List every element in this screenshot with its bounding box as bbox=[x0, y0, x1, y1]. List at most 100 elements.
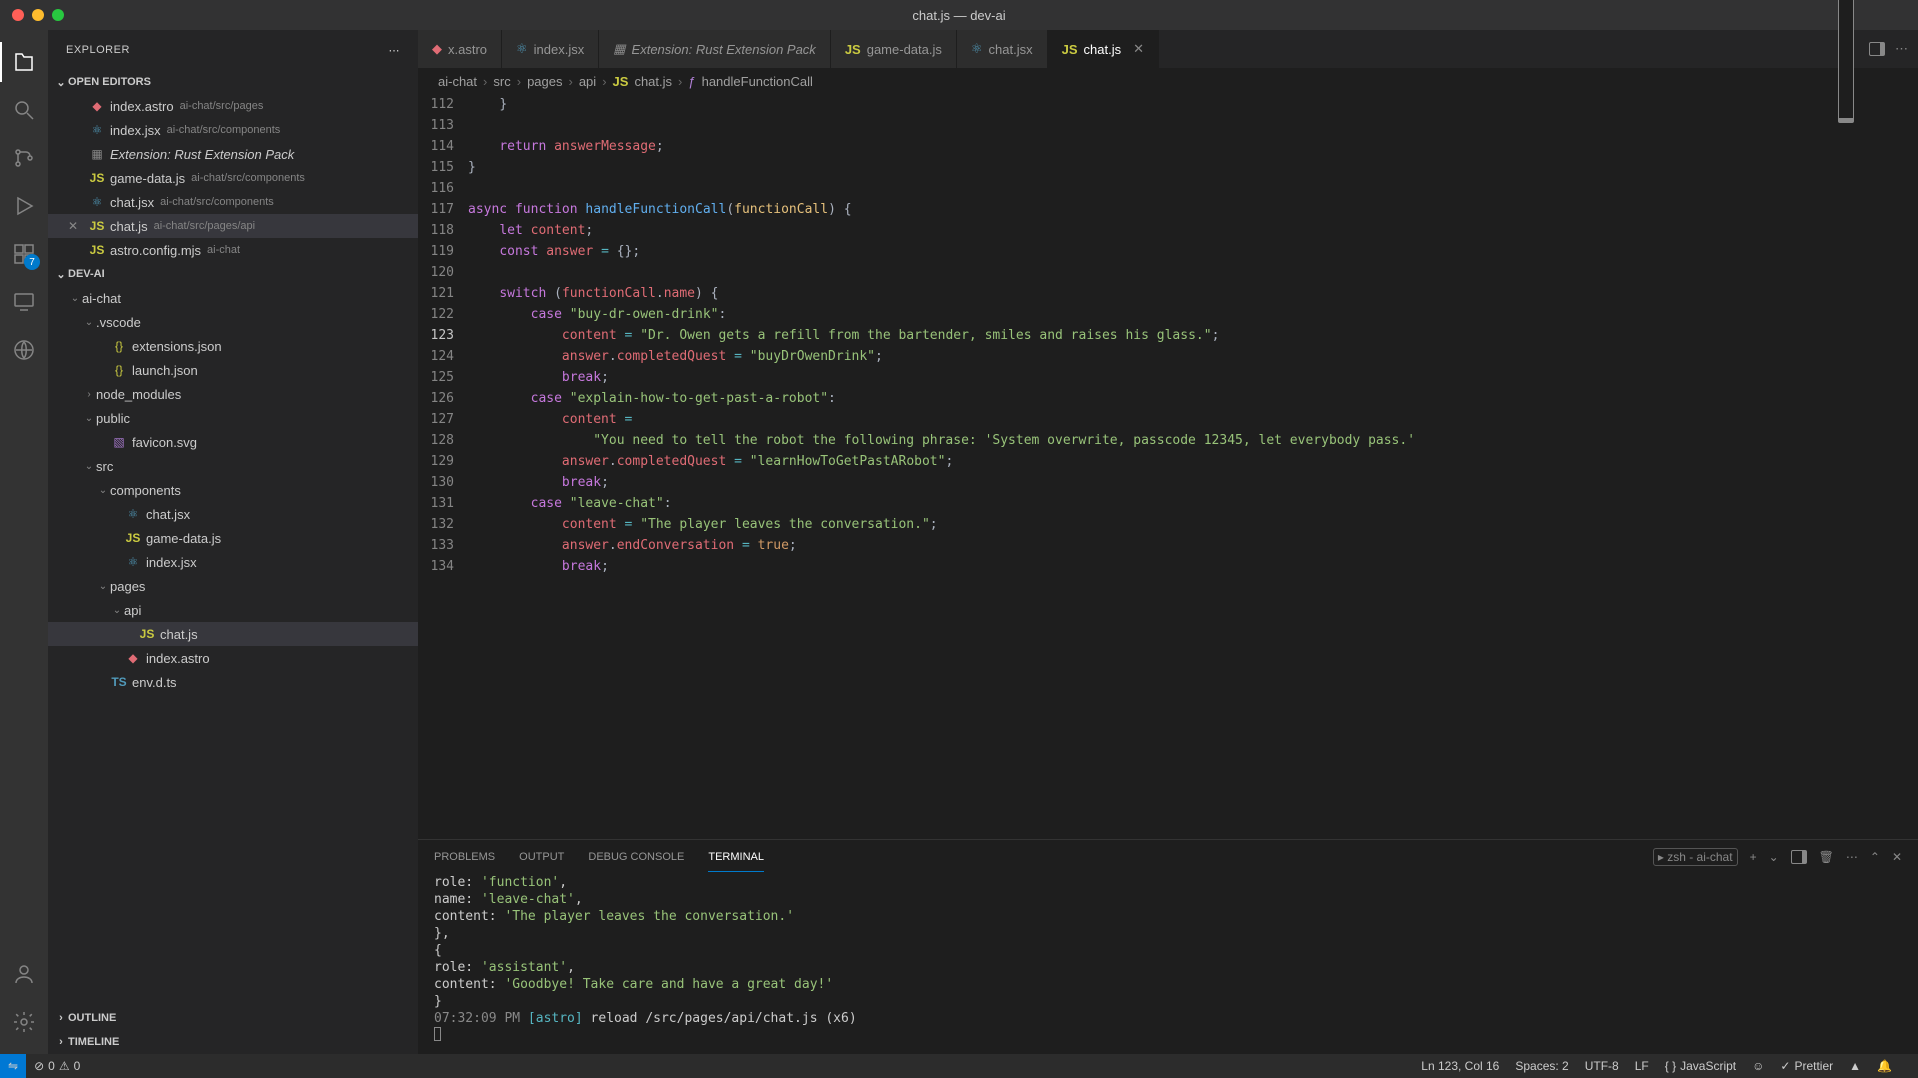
timeline-header[interactable]: › TIMELINE bbox=[48, 1030, 418, 1054]
file-item[interactable]: ⚛chat.jsx bbox=[48, 502, 418, 526]
panel-tab-terminal[interactable]: TERMINAL bbox=[708, 843, 764, 872]
panel-more-icon[interactable]: ⋯ bbox=[1846, 850, 1858, 864]
status-feedback-icon[interactable]: ☺ bbox=[1752, 1059, 1764, 1073]
code-line[interactable]: answer.completedQuest = "buyDrOwenDrink"… bbox=[468, 346, 1918, 367]
code-line[interactable]: "You need to tell the robot the followin… bbox=[468, 430, 1918, 451]
window-maximize[interactable] bbox=[52, 9, 64, 21]
code-line[interactable] bbox=[468, 178, 1918, 199]
code-line[interactable]: content = bbox=[468, 409, 1918, 430]
outline-header[interactable]: › OUTLINE bbox=[48, 1006, 418, 1030]
code-editor[interactable]: 1121131141151161171181191201211221231241… bbox=[418, 94, 1918, 839]
status-prettier[interactable]: ✓Prettier bbox=[1780, 1059, 1833, 1073]
source-control-icon[interactable] bbox=[0, 134, 48, 182]
open-editor-item[interactable]: ✕JSchat.jsai-chat/src/pages/api bbox=[48, 214, 418, 238]
code-line[interactable]: } bbox=[468, 157, 1918, 178]
file-item[interactable]: ◆index.astro bbox=[48, 646, 418, 670]
terminal-picker[interactable]: ▸ zsh - ai-chat bbox=[1653, 848, 1738, 866]
open-editor-item[interactable]: ◆index.astroai-chat/src/pages bbox=[48, 94, 418, 118]
status-astro-icon[interactable]: ▲ bbox=[1849, 1059, 1861, 1073]
code-line[interactable]: case "explain-how-to-get-past-a-robot": bbox=[468, 388, 1918, 409]
folder-item[interactable]: ⌄.vscode bbox=[48, 310, 418, 334]
code-line[interactable]: break; bbox=[468, 556, 1918, 577]
edge-tools-icon[interactable] bbox=[0, 326, 48, 374]
terminal[interactable]: role: 'function', name: 'leave-chat', co… bbox=[418, 874, 1918, 1054]
close-tab-icon[interactable]: ✕ bbox=[1133, 41, 1144, 57]
terminal-dropdown-icon[interactable]: ⌄ bbox=[1769, 850, 1779, 864]
code-line[interactable]: switch (functionCall.name) { bbox=[468, 283, 1918, 304]
status-encoding[interactable]: UTF-8 bbox=[1585, 1059, 1619, 1073]
toggle-panel-icon[interactable] bbox=[1838, 0, 1854, 123]
folder-item[interactable]: ⌄src bbox=[48, 454, 418, 478]
remote-explorer-icon[interactable] bbox=[0, 278, 48, 326]
code-line[interactable] bbox=[468, 115, 1918, 136]
file-item[interactable]: ⚛index.jsx bbox=[48, 550, 418, 574]
search-icon[interactable] bbox=[0, 86, 48, 134]
code-line[interactable]: break; bbox=[468, 472, 1918, 493]
new-terminal-icon[interactable]: + bbox=[1750, 850, 1757, 864]
folder-item[interactable]: ⌄components bbox=[48, 478, 418, 502]
editor-tab[interactable]: ⚛chat.jsx bbox=[957, 30, 1048, 68]
code-line[interactable]: async function handleFunctionCall(functi… bbox=[468, 199, 1918, 220]
breadcrumbs[interactable]: ai-chat› src› pages› api› JS chat.js› ƒ … bbox=[418, 68, 1918, 94]
settings-gear-icon[interactable] bbox=[0, 998, 48, 1046]
file-item[interactable]: JSgame-data.js bbox=[48, 526, 418, 550]
status-notifications-icon[interactable]: 🔔 bbox=[1877, 1059, 1892, 1073]
file-item[interactable]: TSenv.d.ts bbox=[48, 670, 418, 694]
folder-item[interactable]: ⌄api bbox=[48, 598, 418, 622]
open-editors-header[interactable]: ⌄ OPEN EDITORS bbox=[48, 70, 418, 94]
code-line[interactable] bbox=[468, 262, 1918, 283]
window-close[interactable] bbox=[12, 9, 24, 21]
explorer-icon[interactable] bbox=[0, 38, 48, 86]
remote-indicator[interactable]: ⇋ bbox=[0, 1054, 26, 1078]
code-line[interactable]: case "leave-chat": bbox=[468, 493, 1918, 514]
editor-tab[interactable]: ▦Extension: Rust Extension Pack bbox=[599, 30, 831, 68]
run-debug-icon[interactable] bbox=[0, 182, 48, 230]
panel-tab-output[interactable]: OUTPUT bbox=[519, 843, 564, 872]
code-line[interactable]: let content; bbox=[468, 220, 1918, 241]
status-cursor[interactable]: Ln 123, Col 16 bbox=[1421, 1059, 1499, 1073]
code-line[interactable]: const answer = {}; bbox=[468, 241, 1918, 262]
status-errors[interactable]: ⊘0 ⚠0 bbox=[34, 1059, 80, 1073]
split-terminal-icon[interactable] bbox=[1791, 850, 1807, 864]
code-line[interactable]: case "buy-dr-owen-drink": bbox=[468, 304, 1918, 325]
panel-tab-problems[interactable]: PROBLEMS bbox=[434, 843, 495, 872]
open-editor-item[interactable]: JSastro.config.mjsai-chat bbox=[48, 238, 418, 262]
editor-tab[interactable]: JSgame-data.js bbox=[831, 30, 957, 68]
folder-item[interactable]: ›node_modules bbox=[48, 382, 418, 406]
folder-item[interactable]: ⌄ai-chat bbox=[48, 286, 418, 310]
editor-tab[interactable]: ◆x.astro bbox=[418, 30, 502, 68]
code-line[interactable]: answer.endConversation = true; bbox=[468, 535, 1918, 556]
file-item[interactable]: JSchat.js bbox=[48, 622, 418, 646]
code-line[interactable]: return answerMessage; bbox=[468, 136, 1918, 157]
extensions-icon[interactable]: 7 bbox=[0, 230, 48, 278]
file-item[interactable]: ▧favicon.svg bbox=[48, 430, 418, 454]
code-line[interactable]: answer.completedQuest = "learnHowToGetPa… bbox=[468, 451, 1918, 472]
panel-tab-debug-console[interactable]: DEBUG CONSOLE bbox=[588, 843, 684, 872]
close-editor-icon[interactable]: ✕ bbox=[68, 219, 82, 233]
split-editor-icon[interactable] bbox=[1869, 42, 1885, 56]
file-item[interactable]: {}extensions.json bbox=[48, 334, 418, 358]
status-eol[interactable]: LF bbox=[1635, 1059, 1649, 1073]
close-panel-icon[interactable]: ✕ bbox=[1892, 850, 1902, 864]
code-line[interactable]: } bbox=[468, 94, 1918, 115]
accounts-icon[interactable] bbox=[0, 950, 48, 998]
project-header[interactable]: ⌄ DEV-AI bbox=[48, 262, 418, 286]
folder-item[interactable]: ⌄pages bbox=[48, 574, 418, 598]
open-editor-item[interactable]: JSgame-data.jsai-chat/src/components bbox=[48, 166, 418, 190]
open-editor-item[interactable]: ⚛chat.jsxai-chat/src/components bbox=[48, 190, 418, 214]
kill-terminal-icon[interactable]: 🗑 bbox=[1819, 850, 1834, 864]
code-line[interactable]: content = "The player leaves the convers… bbox=[468, 514, 1918, 535]
editor-tab[interactable]: ⚛index.jsx bbox=[502, 30, 599, 68]
file-item[interactable]: {}launch.json bbox=[48, 358, 418, 382]
window-minimize[interactable] bbox=[32, 9, 44, 21]
status-spaces[interactable]: Spaces: 2 bbox=[1515, 1059, 1568, 1073]
maximize-panel-icon[interactable]: ⌃ bbox=[1870, 850, 1880, 864]
editor-tab[interactable]: JSchat.js✕ bbox=[1048, 30, 1159, 68]
open-editor-item[interactable]: ▦Extension: Rust Extension Pack bbox=[48, 142, 418, 166]
open-editor-item[interactable]: ⚛index.jsxai-chat/src/components bbox=[48, 118, 418, 142]
sidebar-more-icon[interactable]: ⋯ bbox=[389, 44, 401, 57]
folder-item[interactable]: ⌄public bbox=[48, 406, 418, 430]
code-line[interactable]: break; bbox=[468, 367, 1918, 388]
status-language[interactable]: { }JavaScript bbox=[1665, 1059, 1736, 1073]
code-line[interactable]: content = "Dr. Owen gets a refill from t… bbox=[468, 325, 1918, 346]
